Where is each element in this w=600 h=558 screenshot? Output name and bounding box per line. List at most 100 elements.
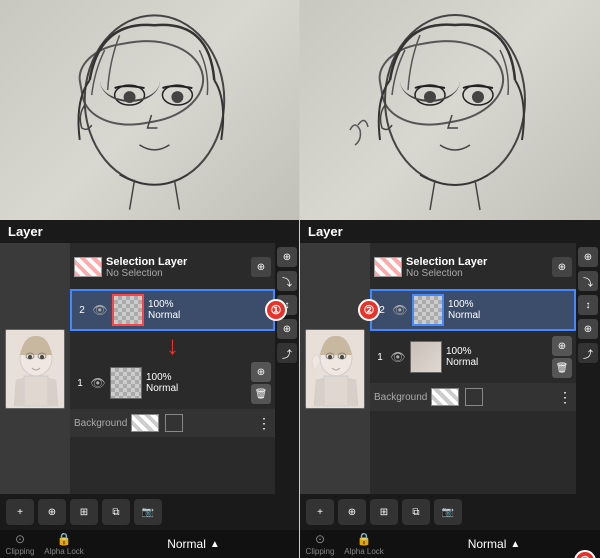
rs-icon-4[interactable]: ⊕: [277, 319, 297, 339]
layer-thumb-1-p1: [110, 367, 142, 399]
layer-row-1-p2[interactable]: 1 👁 100% Normal ⊕ 🗑: [370, 333, 576, 381]
blend-mode-select-2[interactable]: Normal ▲: [388, 537, 600, 551]
blend-mode-text-2: Normal: [468, 537, 507, 551]
layer-title-2: Layer: [308, 224, 343, 239]
paste-btn-1[interactable]: ⧉: [102, 499, 130, 525]
bottom-toolbar-2: + ⊕ ⊞ ⧉ 📷: [300, 494, 600, 530]
selection-layer-row-1: Selection Layer No Selection ⊕: [70, 247, 275, 287]
bottom-toolbar-1: + ⊕ ⊞ ⧉ 📷: [0, 494, 299, 530]
layer-content-2: Selection Layer No Selection ⊕ ② 2 👁 100…: [300, 243, 600, 494]
clipping-tab-1[interactable]: ⊙ Clipping: [0, 532, 40, 556]
blend-mode-bar-1: ⊙ Clipping 🔒 Alpha Lock Normal ▲: [0, 530, 299, 558]
layer-blend-2-p1: Normal: [148, 310, 269, 321]
rs-icon-2[interactable]: ⤵: [277, 271, 297, 291]
trash-icon-1[interactable]: 🗑: [251, 384, 271, 404]
char-thumbnail-col-1: [0, 243, 70, 494]
transform-icon-1[interactable]: ⊕: [251, 257, 271, 277]
camera-btn-1[interactable]: 📷: [134, 499, 162, 525]
clipping-label-1: Clipping: [6, 547, 35, 556]
rs2-icon-3[interactable]: ↕: [578, 295, 598, 315]
panel-2: Layer: [300, 0, 600, 558]
layer-thumb-1-p2: [410, 341, 442, 373]
clipping-label-2: Clipping: [306, 547, 335, 556]
layer-row-2-p2[interactable]: ② 2 👁 100% Normal: [370, 289, 576, 331]
selection-layer-sub-2: No Selection: [406, 268, 548, 279]
sketch-area-1: [0, 0, 299, 220]
clipping-icon-1: ⊙: [15, 532, 25, 546]
copy-btn-2[interactable]: ⊞: [370, 499, 398, 525]
selection-layer-info-2: Selection Layer No Selection: [406, 256, 548, 279]
alphalock-label-1: Alpha Lock: [44, 547, 84, 556]
char-thumbnail-2: [305, 329, 365, 409]
layer-blend-1-p1: Normal: [146, 383, 247, 394]
layers-list-1: Selection Layer No Selection ⊕ 2 👁 100% …: [70, 243, 275, 494]
eye-icon-2-p2[interactable]: 👁: [392, 302, 408, 318]
layer-opacity-2-p2: 100%: [448, 299, 570, 310]
rs-icon-5[interactable]: ⤴: [277, 343, 297, 363]
rs2-icon-5[interactable]: ⤴: [578, 343, 598, 363]
blend-mode-bar-2: ⊙ Clipping 🔒 Alpha Lock Normal ▲ ③: [300, 530, 600, 558]
arrow-container: ↓: [70, 333, 275, 357]
eye-icon-2-p1[interactable]: 👁: [92, 302, 108, 318]
paste-btn-2[interactable]: ⧉: [402, 499, 430, 525]
lock-icon-1: 🔒: [57, 532, 72, 546]
camera-btn-2[interactable]: 📷: [434, 499, 462, 525]
selection-layer-row-2: Selection Layer No Selection ⊕: [370, 247, 576, 287]
move-btn-2[interactable]: ⊕: [338, 499, 366, 525]
layer-num-2-p1: 2: [76, 305, 88, 316]
layer-row-1-p1[interactable]: 1 👁 100% Normal ⊕ 🗑: [70, 359, 275, 407]
layer-content-1: Selection Layer No Selection ⊕ 2 👁 100% …: [0, 243, 299, 494]
layer-row-2-p1[interactable]: 2 👁 100% Normal ①: [70, 289, 275, 331]
selection-layer-title-1: Selection Layer: [106, 256, 247, 268]
layer-header-1: Layer: [0, 220, 299, 243]
rs2-icon-2[interactable]: ⤵: [578, 271, 598, 291]
selection-layer-info-1: Selection Layer No Selection: [106, 256, 247, 279]
layer-panel-2: Layer: [300, 220, 600, 558]
alphalock-label-2: Alpha Lock: [344, 547, 384, 556]
eye-icon-1-p1[interactable]: 👁: [90, 375, 106, 391]
bg-dots-btn-1[interactable]: ⋮: [257, 415, 271, 432]
eye-icon-1-p2[interactable]: 👁: [390, 349, 406, 365]
sketch-background-1: [0, 0, 299, 220]
sketch-background-2: [300, 0, 600, 220]
right-sidebar-1: ⊕ ⤵ ↕ ⊕ ⤴: [275, 243, 299, 494]
move-icon-2[interactable]: ⊕: [552, 336, 572, 356]
layer-info-1-p2: 100% Normal: [446, 346, 548, 368]
add-btn-1[interactable]: +: [6, 499, 34, 525]
selection-layer-title-2: Selection Layer: [406, 256, 548, 268]
bg-label-1: Background: [74, 418, 127, 429]
bg-dots-btn-2[interactable]: ⋮: [558, 389, 572, 406]
transform-icon-2[interactable]: ⊕: [552, 257, 572, 277]
blend-mode-select-1[interactable]: Normal ▲: [88, 537, 299, 551]
layer-opacity-1-p1: 100%: [146, 372, 247, 383]
selection-preview-2: [374, 257, 402, 277]
move-btn-1[interactable]: ⊕: [38, 499, 66, 525]
copy-btn-1[interactable]: ⊞: [70, 499, 98, 525]
layer-thumb-2-p2: [412, 294, 444, 326]
annotation-circle-3: ③: [574, 550, 596, 558]
panel-1: Layer: [0, 0, 300, 558]
layer-actions-1: ⊕ 🗑: [251, 362, 271, 404]
layer-num-1-p2: 1: [374, 352, 386, 363]
layer-opacity-1-p2: 100%: [446, 346, 548, 357]
blend-chevron-1: ▲: [210, 539, 220, 550]
layer-info-1-p1: 100% Normal: [146, 372, 247, 394]
bg-label-2: Background: [374, 392, 427, 403]
bg-thumb-4: [465, 388, 483, 406]
clipping-tab-2[interactable]: ⊙ Clipping: [300, 532, 340, 556]
layer-opacity-2-p1: 100%: [148, 299, 269, 310]
rs2-icon-4[interactable]: ⊕: [578, 319, 598, 339]
bg-row-1: Background ⋮: [70, 409, 275, 437]
layer-blend-1-p2: Normal: [446, 357, 548, 368]
move-icon-1[interactable]: ⊕: [251, 362, 271, 382]
rs2-icon-1[interactable]: ⊕: [578, 247, 598, 267]
add-btn-2[interactable]: +: [306, 499, 334, 525]
trash-icon-2[interactable]: 🗑: [552, 358, 572, 378]
annotation-circle-1: ①: [265, 299, 287, 321]
layer-info-2-p1: 100% Normal: [148, 299, 269, 321]
alphalock-tab-1[interactable]: 🔒 Alpha Lock: [44, 532, 84, 556]
rs-icon-1[interactable]: ⊕: [277, 247, 297, 267]
alphalock-tab-2[interactable]: 🔒 Alpha Lock: [344, 532, 384, 556]
bg-thumb-2: [165, 414, 183, 432]
layers-list-2: Selection Layer No Selection ⊕ ② 2 👁 100…: [370, 243, 576, 494]
